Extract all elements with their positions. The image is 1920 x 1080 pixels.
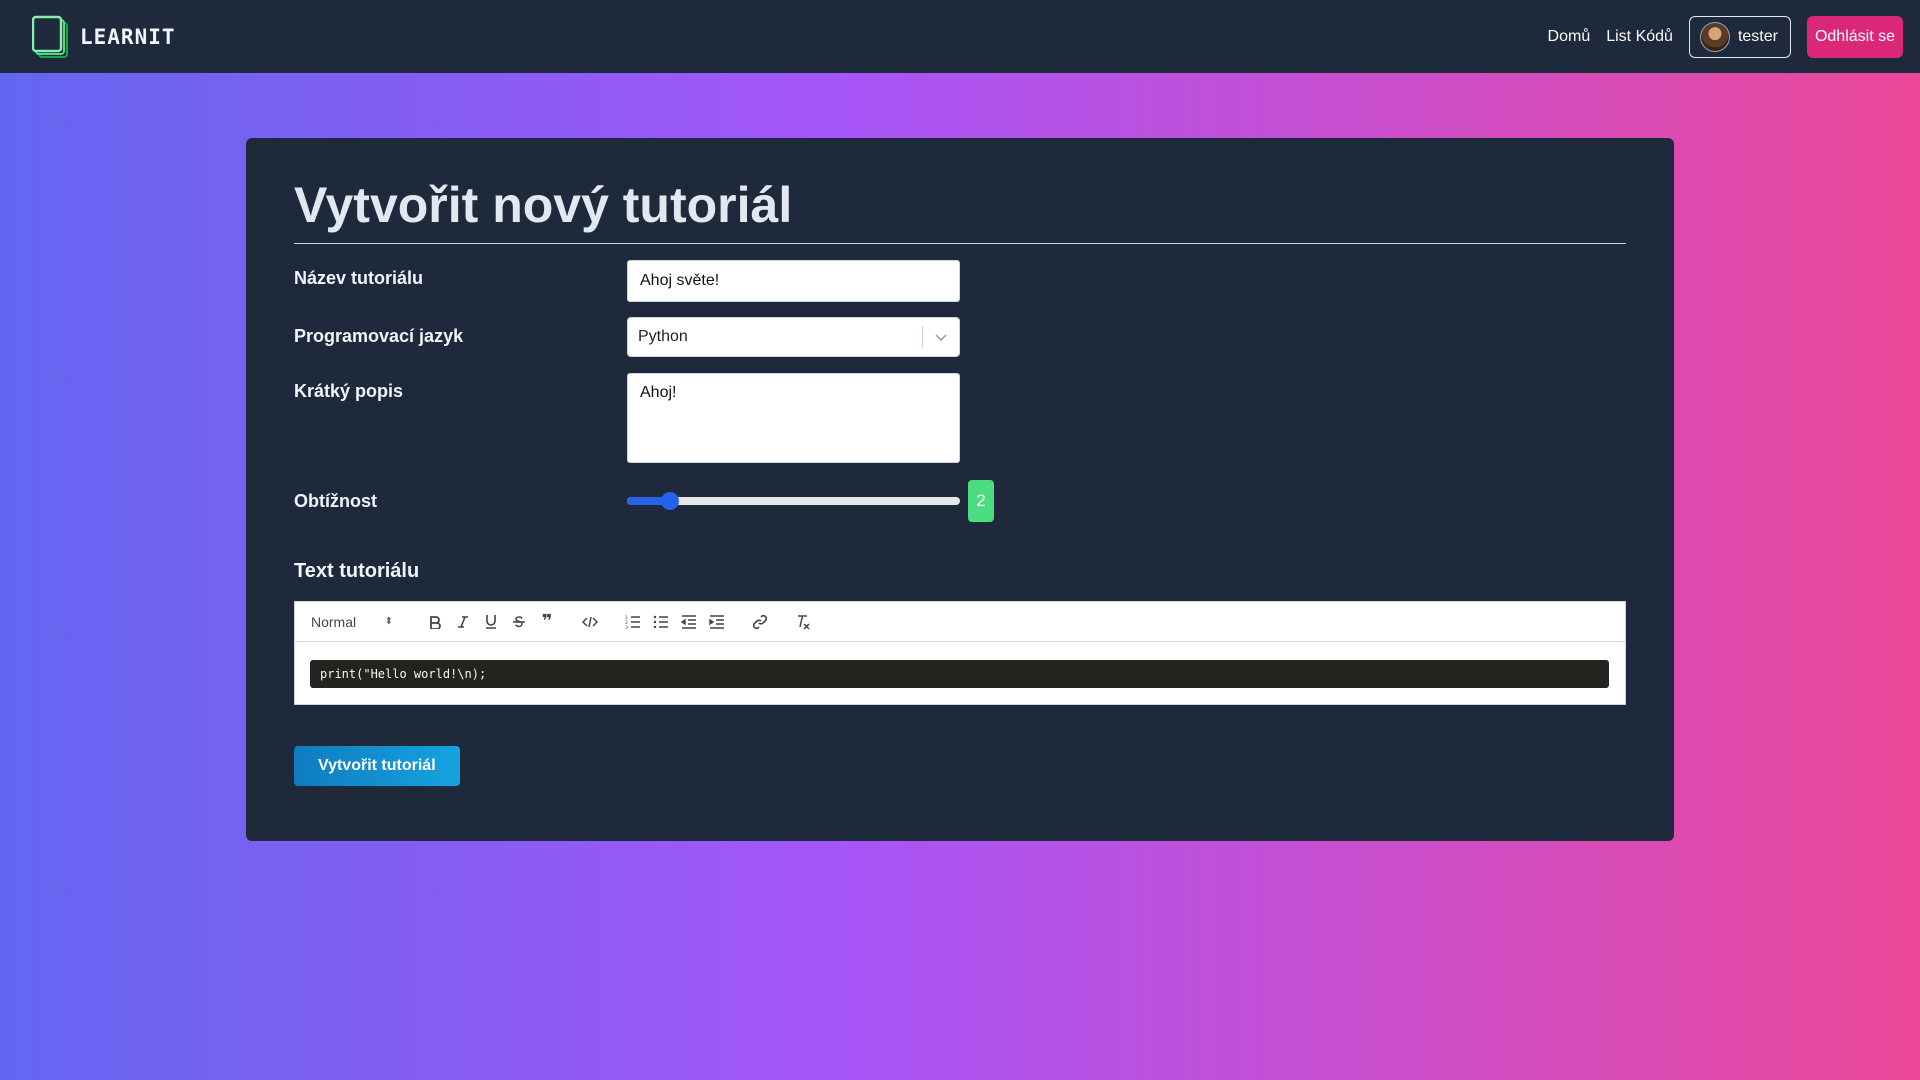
code-block[interactable]: print("Hello world!\n); <box>310 660 1609 688</box>
difficulty-label: Obtížnost <box>294 490 377 511</box>
blockquote-icon[interactable]: ❞ <box>533 610 561 634</box>
book-stack-icon <box>31 15 72 59</box>
outdent-icon[interactable] <box>675 610 703 634</box>
avatar <box>1699 21 1730 52</box>
chevron-down-icon <box>923 332 959 342</box>
nav-home-link[interactable]: Domů <box>1548 28 1591 46</box>
brand-name: LEARNIT <box>80 24 176 49</box>
ordered-list-icon[interactable]: 123 <box>619 610 647 634</box>
difficulty-slider-wrap: 2 <box>627 480 994 522</box>
svg-text:3: 3 <box>625 625 628 629</box>
nav-right: Domů List Kódů tester Odhlásit se <box>1548 15 1903 58</box>
create-tutorial-card: Vytvořit nový tutoriál Název tutoriálu P… <box>246 138 1674 841</box>
description-textarea[interactable]: Ahoj! <box>627 373 960 463</box>
language-row: Programovací jazyk Python <box>294 317 1626 357</box>
username: tester <box>1737 27 1778 45</box>
tutorial-text-heading: Text tutoriálu <box>294 560 420 582</box>
rich-text-editor: Normal ⬍ ❞ 123 print("Hello world!\n); <box>294 601 1626 705</box>
user-menu[interactable]: tester <box>1688 15 1791 58</box>
tutorial-name-input[interactable] <box>627 260 960 302</box>
strikethrough-icon[interactable] <box>505 610 533 634</box>
italic-icon[interactable] <box>449 610 477 634</box>
language-select[interactable]: Python <box>627 317 960 357</box>
clear-format-icon[interactable] <box>789 610 817 634</box>
brand[interactable]: LEARNIT <box>31 15 176 59</box>
name-label: Název tutoriálu <box>294 268 424 288</box>
difficulty-row: Obtížnost 2 <box>294 480 1626 522</box>
bold-icon[interactable] <box>421 610 449 634</box>
difficulty-slider[interactable] <box>627 492 960 510</box>
name-row: Název tutoriálu <box>294 260 1626 302</box>
underline-icon[interactable] <box>477 610 505 634</box>
description-row: Krátký popis Ahoj! <box>294 373 1626 463</box>
logout-button[interactable]: Odhlásit se <box>1806 15 1903 58</box>
slider-thumb[interactable] <box>661 492 680 510</box>
nav-code-list-link[interactable]: List Kódů <box>1606 28 1673 46</box>
page-title: Vytvořit nový tutoriál <box>294 178 1626 244</box>
language-label: Programovací jazyk <box>294 326 464 346</box>
language-select-value: Python <box>638 328 688 345</box>
code-icon[interactable] <box>576 610 604 634</box>
heading-select-value: Normal <box>311 613 357 630</box>
bullet-list-icon[interactable] <box>647 610 675 634</box>
editor-body[interactable]: print("Hello world!\n); <box>295 642 1625 704</box>
updown-arrows-icon: ⬍ <box>384 616 393 627</box>
heading-select[interactable]: Normal ⬍ <box>311 614 399 630</box>
navbar: LEARNIT Domů List Kódů tester Odhlásit s… <box>0 0 1920 73</box>
difficulty-value-badge: 2 <box>968 480 994 522</box>
create-tutorial-button[interactable]: Vytvořit tutoriál <box>294 746 460 786</box>
editor-toolbar: Normal ⬍ ❞ 123 <box>295 602 1625 642</box>
indent-icon[interactable] <box>703 610 731 634</box>
link-icon[interactable] <box>746 610 774 634</box>
description-label: Krátký popis <box>294 381 404 401</box>
